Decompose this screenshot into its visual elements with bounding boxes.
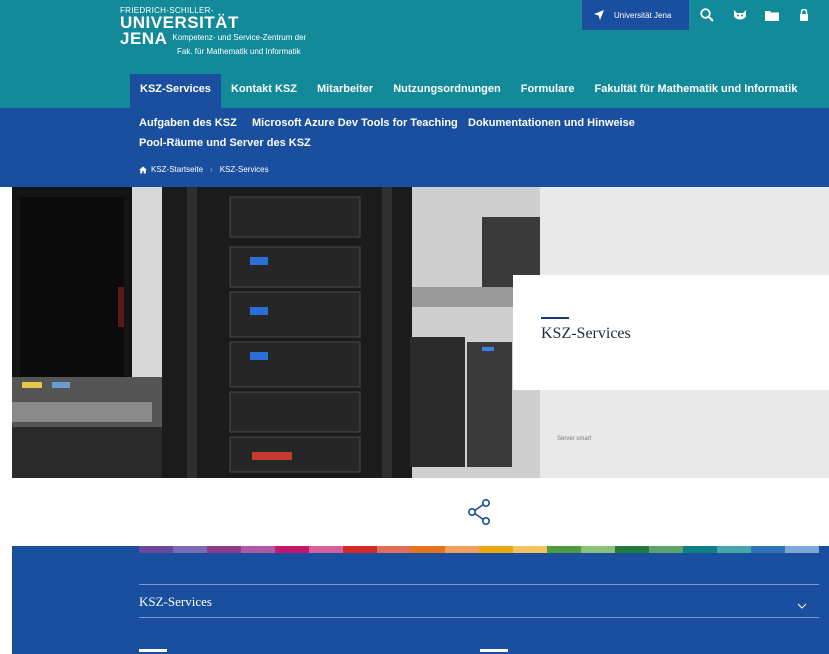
image-caption: Server smart (557, 436, 592, 442)
stripe-segment (207, 546, 241, 553)
site-footer (12, 546, 829, 654)
nav-ksz-services[interactable]: KSZ-Services (130, 74, 221, 108)
stripe-segment (343, 546, 377, 553)
breadcrumb-chevron-icon: › (210, 165, 213, 174)
sub-navigation: Aufgaben des KSZ Microsoft Azure Dev Too… (0, 108, 829, 187)
footer-accordion-title[interactable]: KSZ-Services (139, 594, 212, 610)
server-room-photo (12, 187, 540, 478)
footer-accent-dash-left (139, 649, 167, 652)
subnav-dokumentationen[interactable]: Dokumentationen und Hinweise (468, 117, 635, 129)
title-accent-bar (541, 317, 569, 319)
stripe-segment (377, 546, 411, 553)
footer-divider-bottom (139, 617, 819, 618)
logo-subtitle-2: Fak. für Mathematik und Informatik (177, 47, 301, 56)
page-title: KSZ-Services (541, 325, 631, 342)
location-arrow-icon (594, 10, 604, 20)
subnav-aufgaben[interactable]: Aufgaben des KSZ (139, 117, 237, 129)
stripe-segment (309, 546, 343, 553)
stripe-segment (785, 546, 819, 553)
nav-fakultaet[interactable]: Fakultät für Mathematik und Informatik (585, 74, 808, 108)
color-stripe (139, 546, 819, 553)
stripe-segment (275, 546, 309, 553)
subnav-pool-raeume[interactable]: Pool-Räume und Server des KSZ (139, 137, 311, 149)
breadcrumb: KSZ-Startseite › KSZ-Services (139, 165, 269, 174)
logo-line-3: JENA (120, 29, 168, 48)
stripe-segment (683, 546, 717, 553)
nav-kontakt-ksz[interactable]: Kontakt KSZ (221, 74, 307, 108)
stripe-segment (581, 546, 615, 553)
main-navigation: KSZ-Services Kontakt KSZ Mitarbeiter Nut… (130, 74, 807, 108)
university-logo[interactable]: FRIEDRICH-SCHILLER- UNIVERSITÄT JENA Kom… (120, 6, 306, 57)
stripe-segment (717, 546, 751, 553)
nav-nutzungsordnungen[interactable]: Nutzungsordnungen (383, 74, 511, 108)
folder-icon[interactable] (763, 6, 781, 24)
lock-icon[interactable] (795, 6, 813, 24)
stripe-segment (513, 546, 547, 553)
subnav-azure[interactable]: Microsoft Azure Dev Tools for Teaching (252, 117, 458, 129)
search-icon[interactable] (698, 6, 716, 24)
site-header: FRIEDRICH-SCHILLER- UNIVERSITÄT JENA Kom… (0, 0, 829, 108)
stripe-segment (445, 546, 479, 553)
university-link-label: Universität Jena (614, 10, 672, 20)
footer-divider-top (139, 584, 819, 585)
stripe-segment (241, 546, 275, 553)
breadcrumb-home[interactable]: KSZ-Startseite (151, 165, 203, 174)
stripe-segment (139, 546, 173, 553)
stripe-segment (479, 546, 513, 553)
stripe-segment (547, 546, 581, 553)
cat-icon[interactable] (731, 6, 749, 24)
breadcrumb-current: KSZ-Services (219, 165, 269, 174)
stripe-segment (649, 546, 683, 553)
logo-subtitle-1: Kompetenz- und Service-Zentrum der (172, 33, 307, 42)
stripe-segment (615, 546, 649, 553)
stripe-segment (411, 546, 445, 553)
nav-mitarbeiter[interactable]: Mitarbeiter (307, 74, 383, 108)
share-icon[interactable] (467, 498, 491, 530)
hero-title-box: KSZ-Services (513, 275, 829, 390)
chevron-down-icon[interactable] (797, 596, 807, 614)
university-link-button[interactable]: Universität Jena (582, 0, 689, 30)
home-icon[interactable] (139, 166, 147, 174)
footer-accent-dash-right (480, 649, 508, 652)
stripe-segment (751, 546, 785, 553)
nav-formulare[interactable]: Formulare (511, 74, 585, 108)
stripe-segment (173, 546, 207, 553)
